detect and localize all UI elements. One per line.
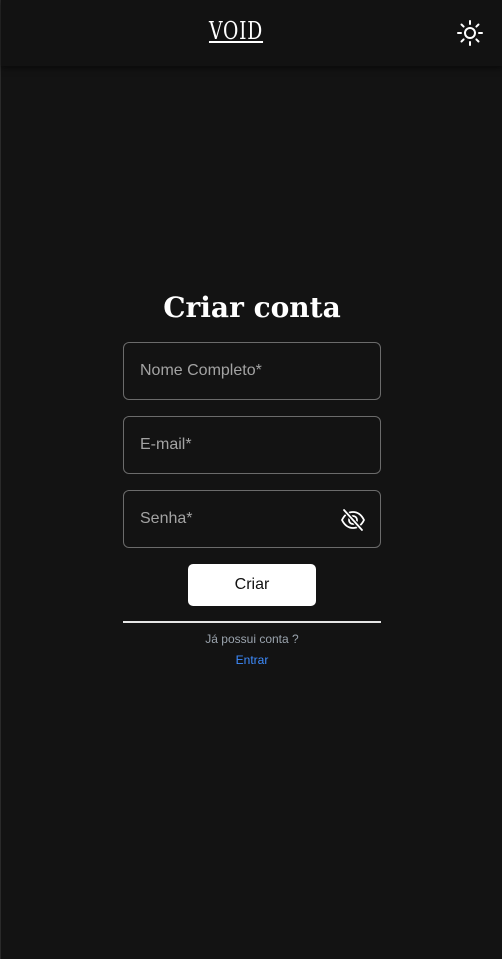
email-field <box>123 416 381 474</box>
email-input[interactable] <box>124 417 380 473</box>
full-name-field <box>123 342 381 400</box>
login-link[interactable]: Entrar <box>123 653 381 667</box>
page-title: Criar conta <box>163 291 341 324</box>
full-name-input[interactable] <box>124 343 380 399</box>
logo[interactable]: VOID <box>208 16 264 46</box>
password-field <box>123 490 381 548</box>
signup-form: Criar conta Criar Já possui conta ? Entr… <box>123 288 381 667</box>
top-header: VOID <box>1 0 502 66</box>
theme-toggle-button[interactable] <box>454 17 486 49</box>
have-account-text: Já possui conta ? <box>205 632 299 646</box>
page: VOID Criar conta Nome Completo* E-mail* … <box>0 0 502 959</box>
eye-off-icon[interactable] <box>340 507 366 533</box>
divider <box>123 621 381 623</box>
sun-icon <box>457 20 483 46</box>
create-account-button[interactable]: Criar <box>188 564 316 606</box>
